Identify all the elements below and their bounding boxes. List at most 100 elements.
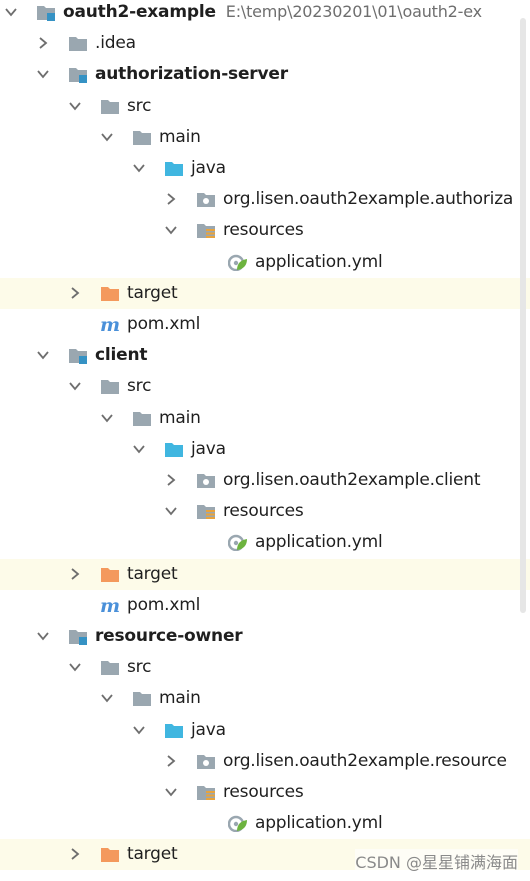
chevron-down-icon[interactable] — [37, 630, 49, 642]
watermark: CSDN @星星铺满海面 — [355, 849, 518, 873]
tree-node-label: target — [127, 563, 178, 584]
maven-icon: m — [100, 315, 120, 333]
tree-node[interactable]: resource-owner — [0, 621, 530, 652]
tree-node-label: src — [127, 657, 152, 678]
tree-node-label: src — [127, 376, 152, 397]
module-folder-icon — [69, 630, 87, 645]
chevron-down-icon[interactable] — [37, 68, 49, 80]
chevron-right-icon[interactable] — [69, 848, 81, 861]
chevron-down-icon[interactable] — [101, 692, 113, 704]
vertical-scrollbar[interactable] — [520, 18, 526, 613]
spring-config-icon — [228, 815, 247, 833]
tree-node[interactable]: java — [0, 153, 530, 184]
tree-node-label: src — [127, 95, 152, 116]
maven-icon: m — [100, 596, 120, 614]
tree-node[interactable]: src — [0, 371, 530, 402]
chevron-right-icon[interactable] — [69, 567, 81, 580]
tree-node[interactable]: main — [0, 403, 530, 434]
tree-node[interactable]: org.lisen.oauth2example.client — [0, 465, 530, 496]
tree-node[interactable]: src — [0, 652, 530, 683]
folder-icon — [101, 99, 119, 114]
tree-node-label: resources — [223, 220, 304, 241]
tree-node[interactable]: m pom.xml — [0, 309, 530, 340]
tree-node[interactable]: application.yml — [0, 808, 530, 839]
chevron-down-icon[interactable] — [101, 412, 113, 424]
resources-folder-icon — [197, 505, 215, 520]
tree-node-label: application.yml — [255, 532, 383, 553]
tree-node[interactable]: target — [0, 277, 530, 309]
tree-node-label: java — [191, 158, 226, 178]
chevron-down-icon[interactable] — [69, 100, 81, 112]
chevron-down-icon[interactable] — [165, 786, 177, 798]
chevron-down-icon[interactable] — [133, 724, 145, 736]
chevron-right-icon[interactable] — [37, 37, 49, 49]
project-path: E:\temp\20230201\01\oauth2-ex — [225, 2, 482, 21]
tree-node-label: main — [159, 407, 201, 428]
folder-icon — [133, 692, 151, 707]
source-folder-icon — [165, 442, 183, 457]
chevron-down-icon[interactable] — [5, 6, 17, 18]
tree-node-label: authorization-server — [95, 64, 288, 85]
source-folder-icon — [165, 723, 183, 738]
tree-node-label: pom.xml — [127, 314, 201, 334]
tree-node[interactable]: application.yml — [0, 527, 530, 558]
chevron-right-icon[interactable] — [165, 474, 177, 486]
tree-node[interactable]: org.lisen.oauth2example.authoriza — [0, 184, 530, 215]
chevron-down-icon[interactable] — [165, 505, 177, 517]
spring-config-icon — [228, 254, 247, 271]
tree-node[interactable]: java — [0, 715, 530, 746]
tree-node-label: main — [159, 126, 201, 147]
chevron-right-icon[interactable] — [69, 287, 81, 299]
package-icon — [197, 754, 215, 769]
tree-node[interactable]: src — [0, 91, 530, 122]
tree-node[interactable]: java — [0, 434, 530, 465]
tree-node[interactable]: client — [0, 340, 530, 371]
chevron-down-icon[interactable] — [101, 131, 113, 143]
tree-node[interactable]: authorization-server — [0, 59, 530, 90]
excluded-folder-icon — [101, 848, 119, 863]
tree-node-label: resources — [223, 501, 304, 522]
tree-node[interactable]: target — [0, 558, 530, 590]
chevron-down-icon[interactable] — [133, 443, 145, 455]
tree-node[interactable]: main — [0, 122, 530, 153]
spring-config-icon — [228, 535, 247, 552]
folder-icon — [133, 411, 151, 426]
tree-node[interactable]: org.lisen.oauth2example.resource — [0, 746, 530, 777]
tree-node-label: resource-owner — [95, 626, 243, 646]
module-folder-icon — [69, 68, 87, 84]
tree-node[interactable]: resources — [0, 215, 530, 246]
tree-node[interactable]: .idea — [0, 28, 530, 59]
tree-node-label: application.yml — [255, 813, 383, 834]
tree-node[interactable]: main — [0, 683, 530, 714]
tree-node-label: pom.xml — [127, 594, 201, 615]
chevron-down-icon[interactable] — [165, 224, 177, 236]
package-icon — [197, 474, 215, 488]
chevron-right-icon[interactable] — [165, 755, 177, 767]
tree-node-label: java — [191, 719, 226, 740]
project-tree: oauth2-example E:\temp\20230201\01\oauth2… — [0, 0, 530, 881]
tree-node-label: client — [95, 345, 148, 366]
tree-node[interactable]: application.yml — [0, 247, 530, 278]
chevron-down-icon[interactable] — [69, 661, 81, 673]
chevron-down-icon[interactable] — [133, 162, 145, 174]
tree-node-label: main — [159, 688, 201, 709]
folder-icon — [133, 130, 151, 145]
tree-node[interactable]: resources — [0, 496, 530, 527]
folder-icon — [101, 380, 119, 395]
tree-node[interactable]: resources — [0, 777, 530, 808]
tree-node[interactable]: oauth2-example E:\temp\20230201\01\oauth2… — [0, 0, 530, 28]
module-folder-icon — [69, 349, 87, 365]
excluded-folder-icon — [101, 567, 119, 582]
tree-node-label: java — [191, 438, 226, 459]
tree-node-label: target — [127, 844, 178, 865]
chevron-right-icon[interactable] — [165, 193, 177, 205]
tree-node-label: resources — [223, 782, 304, 802]
tree-node[interactable]: m pom.xml — [0, 590, 530, 621]
excluded-folder-icon — [101, 286, 119, 301]
resources-folder-icon — [197, 224, 215, 239]
chevron-down-icon[interactable] — [37, 349, 49, 361]
folder-icon — [101, 661, 119, 676]
chevron-down-icon[interactable] — [69, 380, 81, 392]
source-folder-icon — [165, 162, 183, 176]
tree-node-label: org.lisen.oauth2example.authoriza — [223, 189, 514, 210]
